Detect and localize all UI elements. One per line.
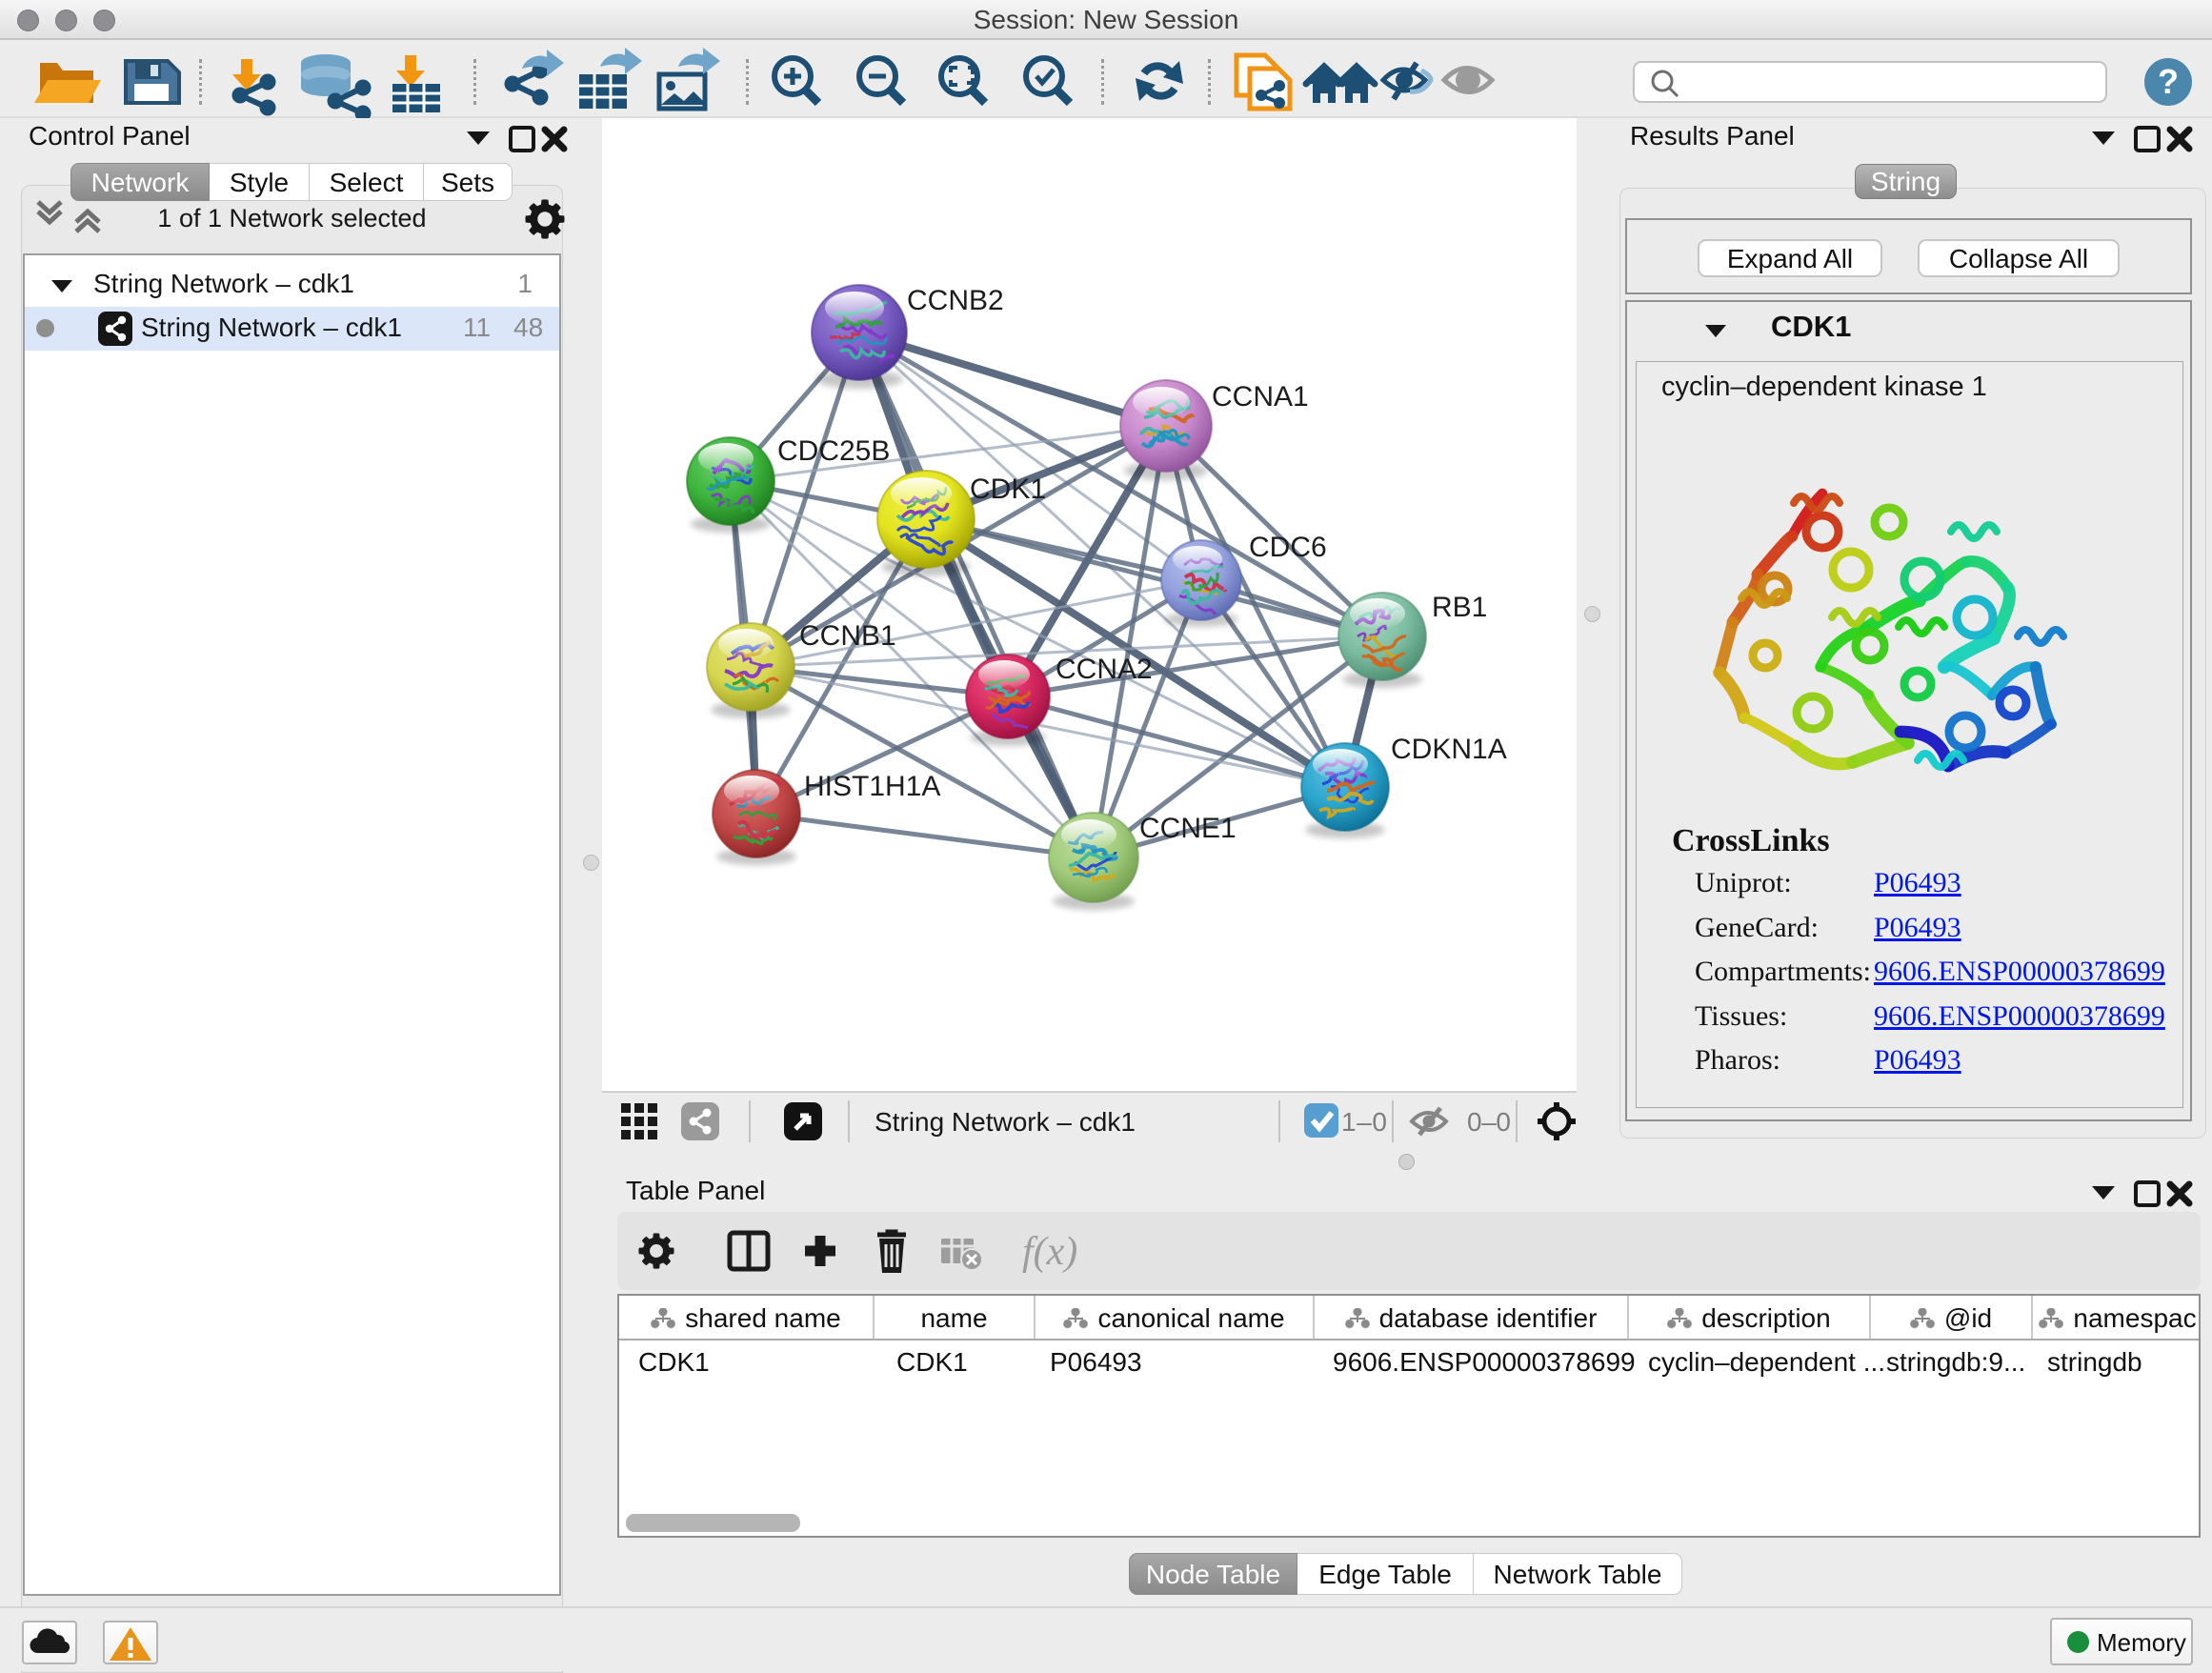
svg-text:CCNE1: CCNE1	[1139, 813, 1237, 844]
svg-text:CDK1: CDK1	[970, 474, 1046, 505]
svg-text:RB1: RB1	[1432, 592, 1487, 623]
svg-text:CDC25B: CDC25B	[777, 435, 890, 467]
svg-text:HIST1H1A: HIST1H1A	[804, 771, 940, 802]
svg-text:CCNA2: CCNA2	[1056, 654, 1153, 685]
svg-text:CDKN1A: CDKN1A	[1391, 734, 1507, 765]
svg-text:?: ?	[2158, 62, 2179, 101]
svg-text:CCNB1: CCNB1	[799, 620, 896, 652]
svg-text:f(x): f(x)	[1022, 1230, 1077, 1274]
svg-text:CCNB2: CCNB2	[907, 285, 1004, 316]
svg-text:0 – 0: 0 – 0	[1467, 1107, 1511, 1137]
svg-text:CDC6: CDC6	[1249, 532, 1327, 563]
svg-text:CCNA1: CCNA1	[1212, 381, 1309, 413]
svg-text:String Network – cdk1: String Network – cdk1	[875, 1107, 1136, 1137]
svg-text:1 – 0: 1 – 0	[1341, 1107, 1387, 1137]
